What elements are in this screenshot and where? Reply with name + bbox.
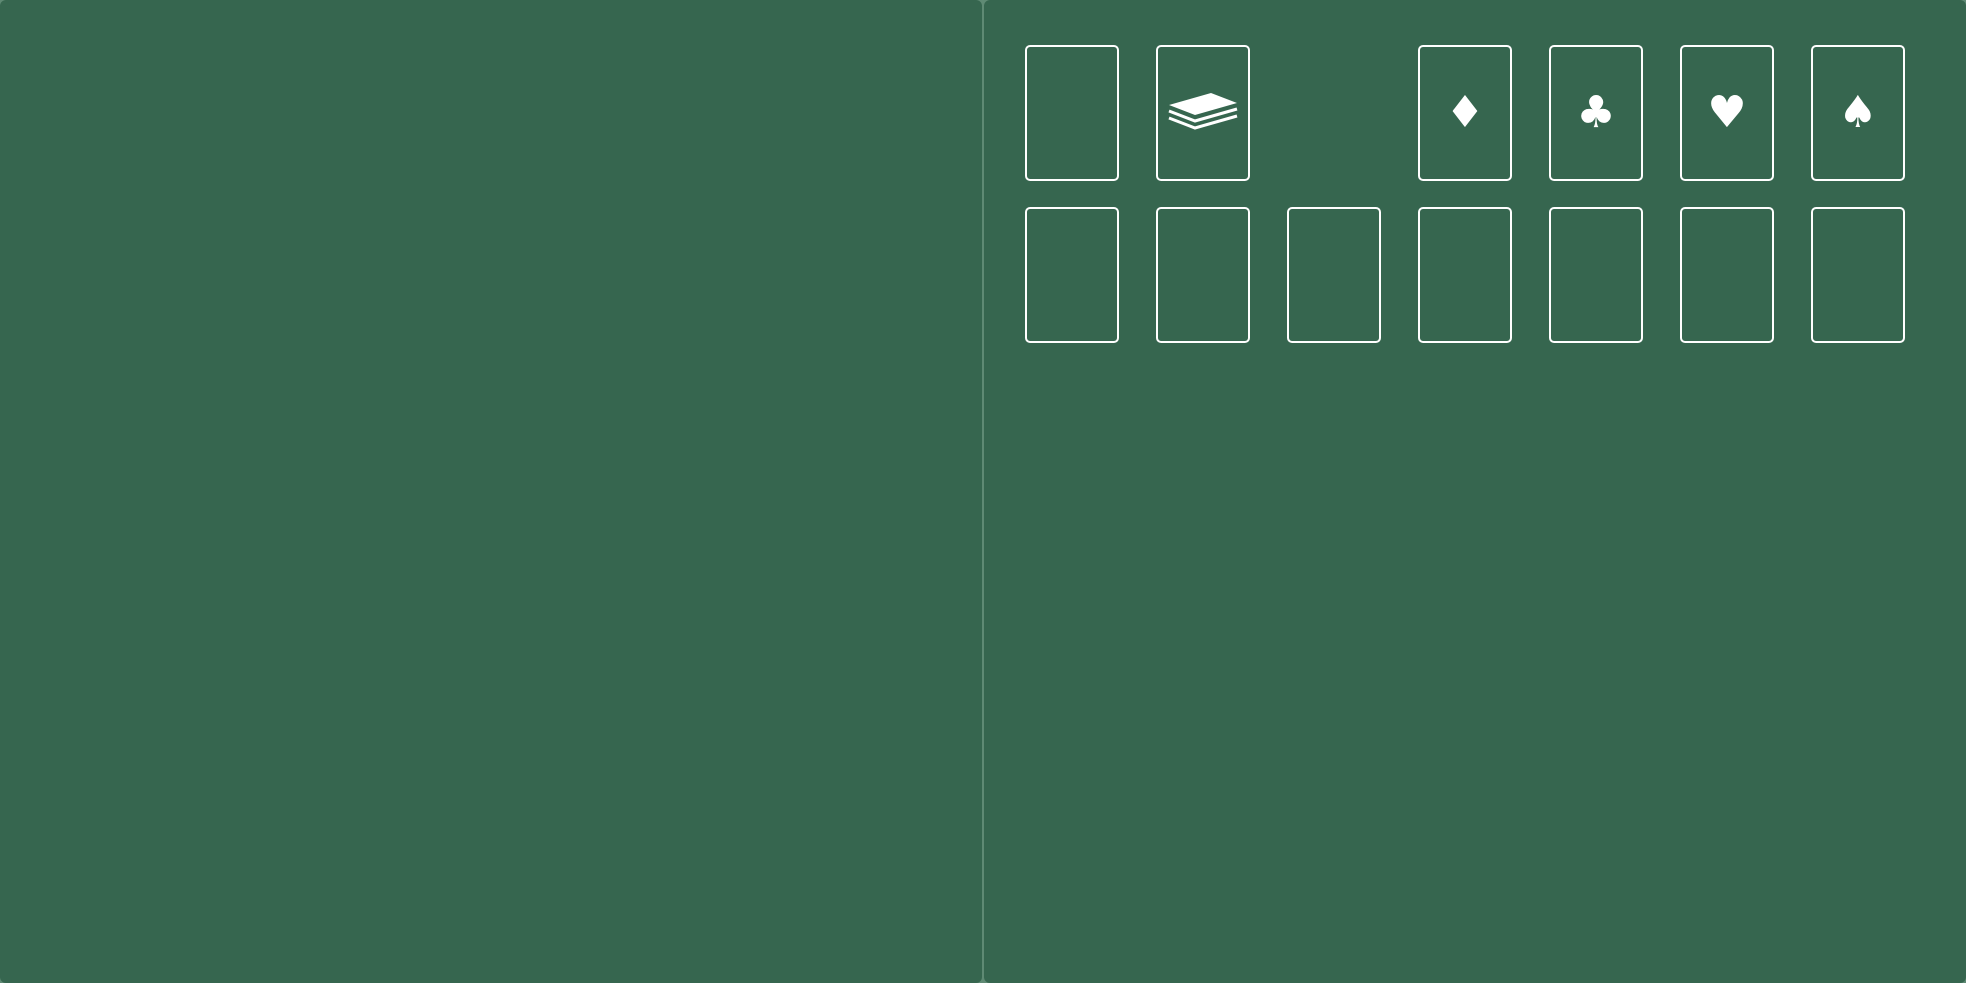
waste-pile[interactable]	[1156, 45, 1250, 181]
foundation-clubs[interactable]: ♣	[1549, 45, 1643, 181]
tableau-column-2[interactable]	[1156, 207, 1250, 343]
solitaire-board: ♦ ♣ ♥ ♠	[984, 0, 1966, 983]
tableau-column-1[interactable]	[1025, 207, 1119, 343]
tableau-column-7[interactable]	[1811, 207, 1905, 343]
foundation-diamonds[interactable]: ♦	[1418, 45, 1512, 181]
tableau-column-3[interactable]	[1287, 207, 1381, 343]
tableau-column-4[interactable]	[1418, 207, 1512, 343]
spade-icon: ♠	[1838, 87, 1878, 138]
left-panel	[0, 0, 982, 983]
foundation-hearts[interactable]: ♥	[1680, 45, 1774, 181]
diamond-icon: ♦	[1445, 87, 1485, 138]
club-icon: ♣	[1576, 87, 1616, 138]
stock-pile[interactable]	[1025, 45, 1119, 181]
heart-icon: ♥	[1707, 87, 1747, 138]
foundation-spades[interactable]: ♠	[1811, 45, 1905, 181]
card-stack-icon	[1168, 93, 1238, 130]
tableau-column-5[interactable]	[1549, 207, 1643, 343]
tableau-column-6[interactable]	[1680, 207, 1774, 343]
